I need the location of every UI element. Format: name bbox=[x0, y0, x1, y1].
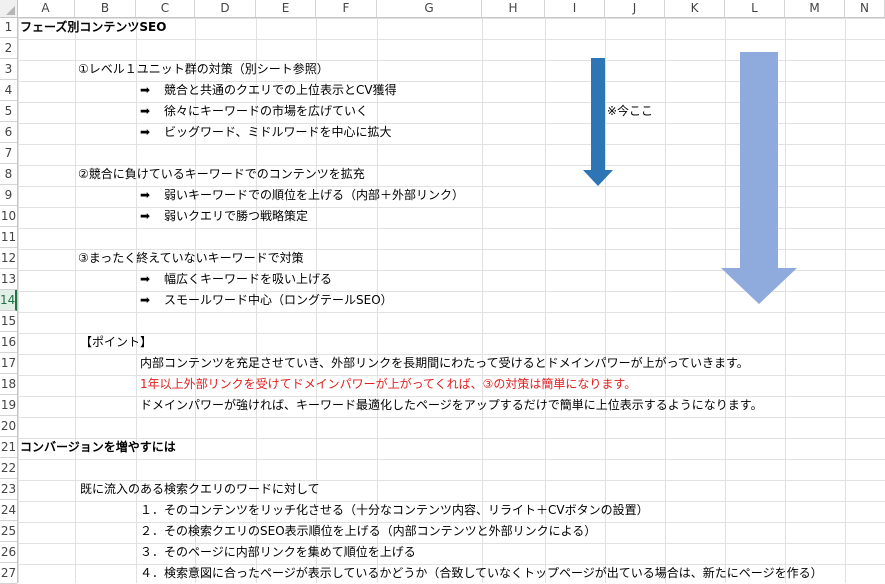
down-arrow-shape-light[interactable] bbox=[721, 52, 797, 304]
row-header-8[interactable]: 8 bbox=[0, 164, 17, 185]
row-header-14[interactable]: 14 bbox=[0, 290, 17, 311]
cell-c18[interactable]: 1年以上外部リンクを受けてドメインパワーが上がってくれば、③の対策は簡単になりま… bbox=[140, 374, 636, 395]
row-header-6[interactable]: 6 bbox=[0, 122, 17, 143]
cell-c24[interactable]: １．そのコンテンツをリッチ化させる（十分なコンテンツ内容、リライト＋CVボタンの… bbox=[140, 500, 649, 521]
column-header-a[interactable]: A bbox=[17, 0, 75, 17]
cell-c27[interactable]: ４．検索意図に合ったページが表示しているかどうか（合致していなくトップページが出… bbox=[140, 563, 823, 584]
cell-c19[interactable]: ドメインパワーが強ければ、キーワード最適化したページをアップするだけで簡単に上位… bbox=[140, 395, 763, 416]
row-header-17[interactable]: 17 bbox=[0, 353, 17, 374]
column-header-e[interactable]: E bbox=[256, 0, 316, 17]
column-header-m[interactable]: M bbox=[785, 0, 845, 17]
row-header-19[interactable]: 19 bbox=[0, 395, 17, 416]
select-all-button[interactable] bbox=[0, 0, 18, 17]
cell-b3[interactable]: ①レベル１ユニット群の対策（別シート参照） bbox=[78, 59, 329, 80]
row-header-7[interactable]: 7 bbox=[0, 143, 17, 164]
cell-a21[interactable]: コンバージョンを増やすには bbox=[20, 437, 176, 458]
row-header-12[interactable]: 12 bbox=[0, 248, 17, 269]
column-header-g[interactable]: G bbox=[377, 0, 482, 17]
row-header-23[interactable]: 23 bbox=[0, 479, 17, 500]
column-header-l[interactable]: L bbox=[725, 0, 785, 17]
cell-j5-note[interactable]: ※今ここ bbox=[607, 101, 653, 122]
row-header-15[interactable]: 15 bbox=[0, 311, 17, 332]
cell-c6[interactable]: ➡ ビッグワード、ミドルワードを中心に拡大 bbox=[140, 122, 392, 143]
row-header-bar: 1 2 3 4 5 6 7 8 9 10 11 12 13 14 15 16 17 18 19 20 21 22 23 24 2… bbox=[0, 17, 18, 584]
right-arrow-icon: ➡ bbox=[140, 188, 151, 202]
row-header-22[interactable]: 22 bbox=[0, 458, 17, 479]
right-arrow-icon: ➡ bbox=[140, 272, 151, 286]
row-header-1[interactable]: 1 bbox=[0, 17, 17, 38]
cell-a1-title[interactable]: フェーズ別コンテンツSEO bbox=[20, 17, 166, 38]
cell-c25[interactable]: ２．その検索クエリのSEO表示順位を上げる（内部コンテンツと外部リンクによる） bbox=[140, 521, 596, 542]
down-arrow-shape-dark[interactable] bbox=[583, 58, 613, 186]
right-arrow-icon: ➡ bbox=[140, 125, 151, 139]
row-header-5[interactable]: 5 bbox=[0, 101, 17, 122]
column-header-d[interactable]: D bbox=[195, 0, 256, 17]
cell-c5[interactable]: ➡ 徐々にキーワードの市場を広げていく bbox=[140, 101, 368, 122]
right-arrow-icon: ➡ bbox=[140, 293, 151, 307]
cell-b23[interactable]: 既に流入のある検索クエリのワードに対して bbox=[80, 479, 320, 500]
row-header-9[interactable]: 9 bbox=[0, 185, 17, 206]
row-header-11[interactable]: 11 bbox=[0, 227, 17, 248]
row-header-4[interactable]: 4 bbox=[0, 80, 17, 101]
column-header-i[interactable]: I bbox=[545, 0, 605, 17]
column-header-h[interactable]: H bbox=[482, 0, 545, 17]
cell-c4[interactable]: ➡ 競合と共通のクエリでの上位表示とCV獲得 bbox=[140, 80, 397, 101]
row-header-21[interactable]: 21 bbox=[0, 437, 17, 458]
row-header-3[interactable]: 3 bbox=[0, 59, 17, 80]
row-header-27[interactable]: 27 bbox=[0, 563, 17, 584]
right-arrow-icon: ➡ bbox=[140, 104, 151, 118]
row-header-16[interactable]: 16 bbox=[0, 332, 17, 353]
row-header-26[interactable]: 26 bbox=[0, 542, 17, 563]
right-arrow-icon: ➡ bbox=[140, 209, 151, 223]
row-header-24[interactable]: 24 bbox=[0, 500, 17, 521]
column-header-bar: A B C D E F G H I J K L M N bbox=[0, 0, 885, 18]
cell-b12[interactable]: ③まったく終えていないキーワードで対策 bbox=[78, 248, 304, 269]
cell-c13[interactable]: ➡ 幅広くキーワードを吸い上げる bbox=[140, 269, 332, 290]
row-header-25[interactable]: 25 bbox=[0, 521, 17, 542]
column-header-n[interactable]: N bbox=[845, 0, 885, 17]
row-header-20[interactable]: 20 bbox=[0, 416, 17, 437]
row-header-18[interactable]: 18 bbox=[0, 374, 17, 395]
column-header-c[interactable]: C bbox=[136, 0, 195, 17]
cell-b16[interactable]: 【ポイント】 bbox=[80, 332, 152, 353]
cell-c10[interactable]: ➡ 弱いクエリで勝つ戦略策定 bbox=[140, 206, 308, 227]
row-header-13[interactable]: 13 bbox=[0, 269, 17, 290]
column-header-f[interactable]: F bbox=[316, 0, 377, 17]
right-arrow-icon: ➡ bbox=[140, 83, 151, 97]
column-header-k[interactable]: K bbox=[665, 0, 725, 17]
column-header-b[interactable]: B bbox=[75, 0, 136, 17]
column-header-j[interactable]: J bbox=[605, 0, 665, 17]
row-header-2[interactable]: 2 bbox=[0, 38, 17, 59]
cell-b8[interactable]: ②競合に負けているキーワードでのコンテンツを拡充 bbox=[78, 164, 365, 185]
cell-c26[interactable]: ３．そのページに内部リンクを集めて順位を上げる bbox=[140, 542, 416, 563]
cell-c9[interactable]: ➡ 弱いキーワードでの順位を上げる（内部＋外部リンク） bbox=[140, 185, 464, 206]
cell-c14[interactable]: ➡ スモールワード中心（ロングテールSEO） bbox=[140, 290, 393, 311]
row-header-10[interactable]: 10 bbox=[0, 206, 17, 227]
cell-c17[interactable]: 内部コンテンツを充足させていき、外部リンクを長期間にわたって受けるとドメインパワ… bbox=[140, 353, 749, 374]
